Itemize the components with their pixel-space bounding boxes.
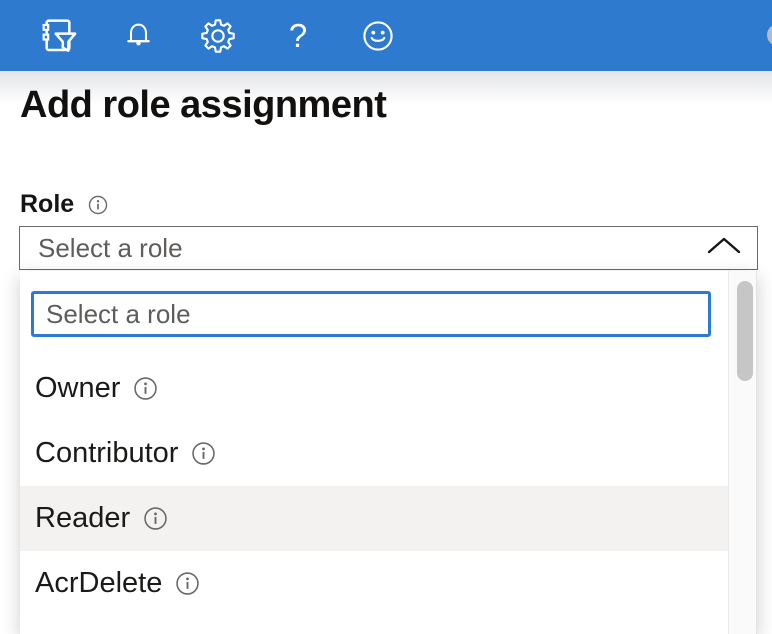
role-dropdown-panel: Owner Contributor Reader xyxy=(20,271,757,634)
directory-filter-icon xyxy=(38,16,78,56)
role-option-info-icon[interactable] xyxy=(142,505,169,532)
role-field-label-row: Role xyxy=(20,190,109,219)
role-option-row[interactable]: Reader xyxy=(20,486,728,551)
top-command-bar: ? xyxy=(0,0,772,71)
bell-icon xyxy=(123,20,154,51)
role-field-label: Role xyxy=(20,190,74,219)
help-icon: ? xyxy=(289,19,307,52)
directory-filter-button[interactable] xyxy=(38,10,78,62)
role-option-row[interactable]: AcrDelete xyxy=(20,551,728,616)
role-info-icon[interactable] xyxy=(87,194,109,216)
chevron-up-icon xyxy=(707,237,741,259)
role-option-row[interactable]: Contributor xyxy=(20,421,728,486)
page-title: Add role assignment xyxy=(20,84,386,127)
scrollbar-thumb[interactable] xyxy=(737,281,753,381)
notifications-button[interactable] xyxy=(118,10,158,62)
smiley-icon xyxy=(361,19,395,53)
feedback-button[interactable] xyxy=(358,10,398,62)
role-select[interactable]: Select a role xyxy=(19,226,758,270)
role-option-label: AcrDelete xyxy=(35,567,162,600)
role-option-label: Reader xyxy=(35,502,130,535)
avatar[interactable] xyxy=(767,24,772,46)
role-search-input[interactable] xyxy=(31,291,711,337)
role-option-label: Owner xyxy=(35,372,120,405)
role-options-list: Owner Contributor Reader xyxy=(20,356,728,616)
role-option-info-icon[interactable] xyxy=(132,375,159,402)
add-role-assignment-page: ? Add role assignment Role xyxy=(0,0,772,634)
role-option-row[interactable]: Owner xyxy=(20,356,728,421)
gear-icon xyxy=(201,19,235,53)
settings-button[interactable] xyxy=(198,10,238,62)
role-option-label: Contributor xyxy=(35,437,178,470)
help-button[interactable]: ? xyxy=(278,10,318,62)
scrollbar-track[interactable] xyxy=(728,271,757,634)
role-select-value: Select a role xyxy=(38,233,183,264)
role-option-info-icon[interactable] xyxy=(174,570,201,597)
role-option-info-icon[interactable] xyxy=(190,440,217,467)
